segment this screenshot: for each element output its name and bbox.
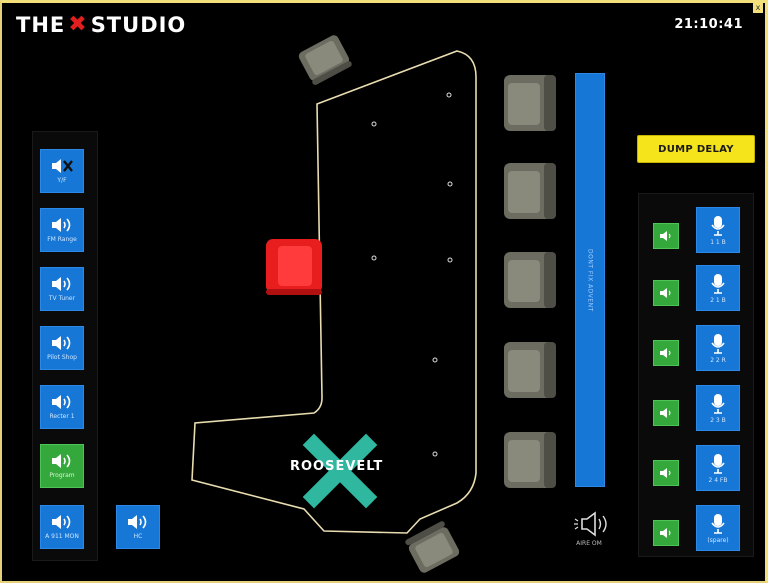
desk-mic-point bbox=[432, 451, 438, 457]
mic-button-1[interactable]: 1 1 B bbox=[696, 207, 740, 253]
air-horn-icon[interactable] bbox=[574, 511, 614, 537]
seat-guest-5[interactable] bbox=[504, 432, 556, 488]
speaker-icon bbox=[660, 288, 671, 298]
microphone-icon bbox=[711, 334, 725, 354]
mic-button-3[interactable]: 2 2 R bbox=[696, 325, 740, 371]
delay-bar-label: DONT FIX ADVENT bbox=[586, 248, 594, 312]
mic-button-5[interactable]: 2 4 FB bbox=[696, 445, 740, 491]
desk-mic-point bbox=[447, 257, 453, 263]
desk-mic-point bbox=[446, 92, 452, 98]
mic-monitor-toggle-3[interactable] bbox=[653, 340, 679, 366]
desk-mic-point bbox=[432, 357, 438, 363]
microphone-icon bbox=[711, 454, 725, 474]
desk-mic-point bbox=[447, 181, 453, 187]
mic-button-2[interactable]: 2 1 B bbox=[696, 265, 740, 311]
dump-delay-button[interactable]: DUMP DELAY bbox=[637, 135, 755, 163]
seat-guest-4[interactable] bbox=[504, 342, 556, 398]
mic-monitor-toggle-2[interactable] bbox=[653, 280, 679, 306]
microphone-icon bbox=[711, 514, 725, 534]
mic-label: 2 2 R bbox=[710, 357, 726, 364]
mic-button-6[interactable]: (spare) bbox=[696, 505, 740, 551]
mic-button-4[interactable]: 2 3 B bbox=[696, 385, 740, 431]
mic-label: 1 1 B bbox=[710, 239, 726, 246]
speaker-icon bbox=[660, 468, 671, 478]
microphone-icon bbox=[711, 216, 725, 236]
mic-monitor-toggle-5[interactable] bbox=[653, 460, 679, 486]
seat-host-active[interactable] bbox=[266, 239, 322, 295]
seat-bottom-tilted[interactable] bbox=[404, 520, 461, 574]
mic-monitor-toggle-6[interactable] bbox=[653, 520, 679, 546]
studio-window: THE ✖ STUDIO 21:10:41 x Y/F FM Range TV … bbox=[0, 0, 768, 583]
microphone-icon bbox=[711, 394, 725, 414]
mic-label: 2 3 B bbox=[710, 417, 726, 424]
room-label: ROOSEVELT bbox=[290, 459, 384, 474]
mic-monitor-toggle-4[interactable] bbox=[653, 400, 679, 426]
desk-mic-point bbox=[371, 255, 377, 261]
air-label: AIRE OM bbox=[576, 540, 602, 547]
mic-label: (spare) bbox=[707, 537, 729, 544]
seat-guest-3[interactable] bbox=[504, 252, 556, 308]
seat-guest-2[interactable] bbox=[504, 163, 556, 219]
speaker-icon bbox=[660, 408, 671, 418]
speaker-icon bbox=[660, 348, 671, 358]
mic-label: 2 4 FB bbox=[708, 477, 728, 484]
seat-guest-1[interactable] bbox=[504, 75, 556, 131]
desk-mic-point bbox=[371, 121, 377, 127]
delay-control-bar[interactable]: DONT FIX ADVENT bbox=[575, 73, 605, 487]
mic-label: 2 1 B bbox=[710, 297, 726, 304]
microphone-icon bbox=[711, 274, 725, 294]
mic-monitor-toggle-1[interactable] bbox=[653, 223, 679, 249]
speaker-icon bbox=[660, 231, 671, 241]
speaker-icon bbox=[660, 528, 671, 538]
seat-top-tilted[interactable] bbox=[297, 34, 353, 86]
